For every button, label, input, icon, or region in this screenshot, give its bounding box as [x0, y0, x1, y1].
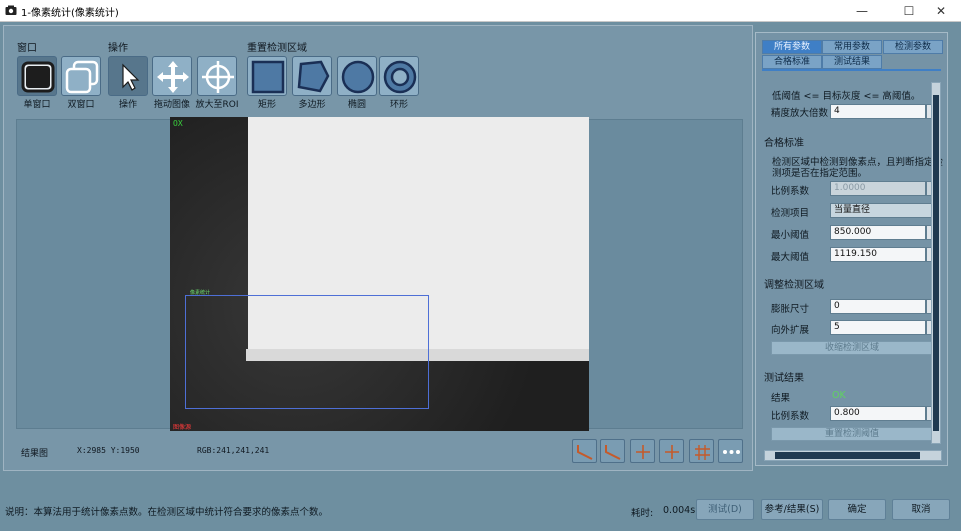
window-title: 1-像素统计(像素统计)	[21, 8, 119, 19]
confirm-button[interactable]: 确定	[828, 499, 886, 520]
cross-marker-icon	[636, 445, 650, 459]
cursor-coordinates: X:2985 Y:1950	[77, 446, 140, 455]
tab-common-params[interactable]: 常用参数	[822, 40, 882, 54]
dilate-label: 膨胀尺寸	[771, 304, 810, 315]
close-icon: ✕	[935, 4, 947, 18]
parameter-horizontal-scrollbar[interactable]	[764, 450, 942, 461]
elapsed-time-label: 耗时:	[631, 508, 654, 519]
group-window-label: 窗口	[17, 43, 37, 54]
ring-region-button[interactable]	[379, 56, 419, 96]
close-button[interactable]: ✕	[921, 0, 961, 22]
threshold-description: 低阈值 <= 目标灰度 <= 高阈值。	[772, 91, 921, 102]
dual-window-label: 双窗口	[67, 100, 95, 110]
line-tool-2-button[interactable]	[600, 439, 625, 463]
cross-tool-button[interactable]	[630, 439, 655, 463]
ratio2-input[interactable]: 0.800	[830, 406, 926, 421]
line-caliper-2-icon	[605, 445, 621, 460]
detect-item-select[interactable]: 当量直径	[830, 203, 934, 218]
precision-input[interactable]: 4	[830, 104, 926, 119]
group-region-label: 重置检测区域	[247, 43, 307, 54]
single-window-icon	[21, 61, 55, 93]
inspection-image[interactable]: OX 像素统计 图像源	[170, 117, 589, 431]
result-section-title: 测试结果	[764, 373, 804, 384]
max-threshold-label: 最大阈值	[771, 252, 810, 263]
tab-all-params[interactable]: 所有参数	[762, 40, 822, 54]
cancel-button[interactable]: 取消	[892, 499, 950, 520]
reset-threshold-button[interactable]: 重置检测阈值	[771, 427, 933, 441]
precision-label: 精度放大倍数	[771, 108, 829, 119]
vertical-scroll-thumb[interactable]	[933, 95, 939, 431]
result-image-label: 结果图	[21, 449, 49, 459]
line-tool-button[interactable]	[572, 439, 597, 463]
algorithm-description: 说明：本算法用于统计像素点数。在检测区域中统计符合要求的像素点个数。	[5, 507, 329, 518]
ring-region-label: 环形	[389, 100, 408, 110]
drag-image-button[interactable]	[152, 56, 192, 96]
shrink-region-button[interactable]: 收缩检测区域	[771, 341, 933, 355]
ratio2-label: 比例系数	[771, 411, 810, 422]
elapsed-time-value: 0.004s	[663, 505, 696, 516]
roi-label: 像素统计	[190, 290, 211, 296]
result-label: 结果	[771, 393, 791, 404]
ring-icon	[383, 60, 417, 94]
zoom-roi-label: 放大至ROI	[195, 100, 239, 110]
grid-tool-button[interactable]	[689, 439, 714, 463]
more-options-button[interactable]	[718, 439, 743, 463]
minimize-button[interactable]: —	[842, 0, 882, 22]
app-icon	[5, 5, 17, 15]
min-threshold-input[interactable]: 850.000	[830, 225, 926, 240]
single-window-button[interactable]	[17, 56, 57, 96]
detect-item-label: 检测项目	[771, 208, 810, 219]
group-operate-label: 操作	[108, 43, 128, 54]
title-bar: 1-像素统计(像素统计) — ☐ ✕	[0, 0, 961, 22]
minimize-icon: —	[856, 4, 868, 18]
adjust-section-title: 调整检测区域	[764, 280, 824, 291]
ratio-label: 比例系数	[771, 186, 810, 197]
min-threshold-label: 最小阈值	[771, 230, 810, 241]
max-threshold-input[interactable]: 1119.150	[830, 247, 926, 262]
rect-region-button[interactable]	[247, 56, 287, 96]
roi-rectangle[interactable]	[185, 295, 429, 409]
tab-test-result[interactable]: 测试结果	[822, 55, 882, 69]
circle-region-button[interactable]	[337, 56, 377, 96]
cross-marker-2-icon	[665, 445, 679, 459]
parameter-vertical-scrollbar[interactable]	[931, 82, 941, 444]
cursor-icon	[122, 63, 140, 91]
line-caliper-icon	[577, 445, 593, 460]
zoom-roi-button[interactable]	[197, 56, 237, 96]
test-button[interactable]: 测试(D)	[696, 499, 754, 520]
expand-input[interactable]: 5	[830, 320, 926, 335]
dual-window-button[interactable]	[61, 56, 101, 96]
crosshair-icon	[202, 61, 234, 93]
cross-tool-2-button[interactable]	[659, 439, 684, 463]
ratio-input[interactable]: 1.0000	[830, 181, 926, 196]
tab-pass-criteria[interactable]: 合格标准	[762, 55, 822, 69]
circle-icon	[341, 60, 375, 94]
dilate-input[interactable]: 0	[830, 299, 926, 314]
grid-icon	[695, 445, 710, 460]
rectangle-icon	[251, 60, 285, 94]
polygon-icon	[297, 60, 330, 93]
pass-section-title: 合格标准	[764, 138, 804, 149]
main-panel: 窗口 操作 重置检测区域 单窗口 双窗口 操作 拖动图像 放大至ROI 矩形 多…	[3, 25, 753, 471]
ok-label: OX	[173, 119, 183, 128]
operate-button[interactable]	[108, 56, 148, 96]
tab-underline	[762, 69, 941, 71]
pass-description-2: 测项是否在指定范围。	[772, 168, 868, 179]
reference-result-button[interactable]: 参考/结果(S)	[761, 499, 823, 520]
more-dots-icon	[723, 450, 740, 454]
horizontal-scroll-thumb[interactable]	[775, 452, 920, 459]
maximize-icon: ☐	[903, 4, 915, 18]
ng-label: 图像源	[173, 424, 192, 431]
polygon-region-button[interactable]	[292, 56, 332, 96]
pixel-rgb: RGB:241,241,241	[197, 446, 270, 455]
result-value: OK	[832, 390, 846, 401]
expand-label: 向外扩展	[771, 325, 810, 336]
tab-detect-params[interactable]: 检测参数	[883, 40, 943, 54]
move-icon	[157, 61, 189, 93]
dual-window-icon	[65, 60, 99, 94]
